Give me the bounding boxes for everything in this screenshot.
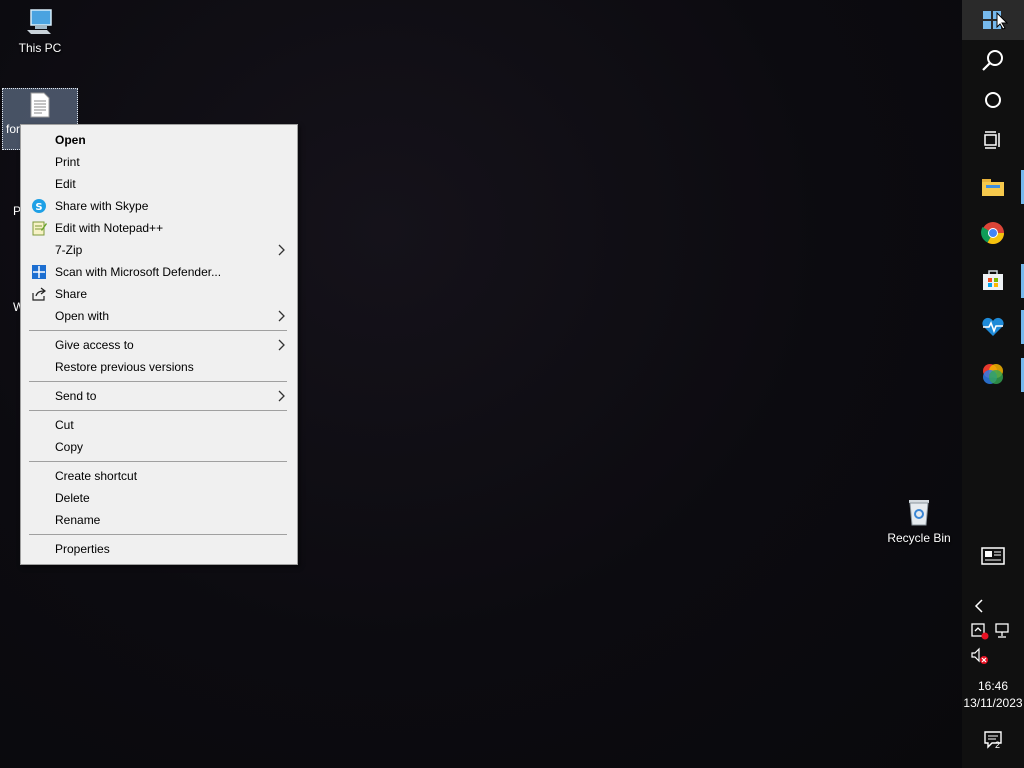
task-view-button[interactable] [962,118,1024,164]
clock-date[interactable]: 13/11/2023 [962,696,1024,710]
tray-defender-button[interactable] [962,620,990,642]
menu-item-label: Properties [55,542,110,556]
notepadpp-icon [32,221,47,236]
menu-item-print[interactable]: Print [22,151,296,173]
taskbar-app-health[interactable] [962,304,1024,350]
menu-item-label: Give access to [55,338,134,352]
file-explorer-icon [982,179,1004,196]
menu-item-edit[interactable]: Edit [22,173,296,195]
security-tray-icon [971,623,989,640]
menu-item-cut[interactable]: Cut [22,414,296,436]
menu-item-label: Open with [55,309,110,323]
menu-item-label: Rename [55,513,101,527]
menu-item-label: 7-Zip [55,243,83,257]
menu-item-label: Share with Skype [55,199,149,213]
color-app-icon [983,364,1003,384]
cortana-icon [985,92,1001,108]
news-icon [981,547,1005,565]
skype-icon: S [32,199,46,213]
menu-item-label: Copy [55,440,84,454]
desktop-icon-label: Recycle Bin [887,531,951,545]
health-icon [982,317,1004,336]
menu-item-rename[interactable]: Rename [22,509,296,531]
menu-item-send-to[interactable]: Send to [22,385,296,407]
menu-item-label: Cut [55,418,74,432]
notification-count-badge: 2 [995,740,1001,750]
search-icon [982,50,1003,71]
menu-item-create-shortcut[interactable]: Create shortcut [22,465,296,487]
network-button[interactable] [994,620,1022,642]
menu-item-give-access-to[interactable]: Give access to [22,334,296,356]
taskbar-app-file-explorer[interactable] [962,164,1024,210]
menu-item-scan-with-defender[interactable]: Scan with Microsoft Defender... [22,261,296,283]
svg-text:S: S [35,202,42,213]
news-button[interactable] [962,534,1024,580]
action-center-button[interactable]: 2 [962,722,1024,768]
menu-item-share-with-skype[interactable]: S Share with Skype [22,195,296,217]
desktop-icon-label: for [6,122,21,136]
menu-separator [29,381,287,382]
menu-item-delete[interactable]: Delete [22,487,296,509]
chrome-icon [981,222,1004,244]
menu-separator [29,461,287,462]
menu-item-label: Share [55,287,88,301]
menu-item-label: Delete [55,491,90,505]
share-icon [32,287,46,301]
desktop-icon-recycle-bin[interactable]: Recycle Bin [881,498,957,545]
menu-item-label: Print [55,155,80,169]
taskbar-app-color[interactable] [962,352,1024,398]
defender-shield-icon [32,265,46,279]
menu-separator [29,410,287,411]
menu-item-label: Restore previous versions [55,360,194,374]
menu-item-open-with[interactable]: Open with [22,305,296,327]
chevron-right-icon [278,390,285,402]
menu-item-label: Send to [55,389,97,403]
taskbar-app-store[interactable] [962,258,1024,304]
menu-item-copy[interactable]: Copy [22,436,296,458]
volume-button[interactable] [962,644,990,668]
menu-separator [29,330,287,331]
menu-item-label: Edit [55,177,76,191]
chevron-right-icon [278,244,285,256]
show-hidden-icons-button[interactable] [962,592,1024,620]
recycle-bin-icon [909,500,929,526]
context-menu: Open Print Edit S Share with Skype Edit … [20,124,298,565]
menu-separator [29,534,287,535]
clock-time[interactable]: 16:46 [962,679,1024,693]
desktop-icon-this-pc[interactable]: This PC [2,8,78,55]
text-file-icon [30,92,50,118]
start-button[interactable] [962,0,1024,40]
desktop-icon-label: This PC [18,41,62,55]
menu-item-7zip[interactable]: 7-Zip [22,239,296,261]
menu-item-label: Create shortcut [55,469,138,483]
store-icon [983,270,1003,290]
volume-muted-icon [971,647,988,664]
network-icon [995,623,1009,638]
computer-icon [27,9,52,34]
taskbar-app-chrome[interactable] [962,210,1024,256]
menu-item-share[interactable]: Share [22,283,296,305]
menu-item-open[interactable]: Open [22,129,296,151]
task-view-icon [984,131,1000,149]
menu-item-properties[interactable]: Properties [22,538,296,560]
chevron-right-icon [278,310,285,322]
mouse-cursor-icon [996,12,1008,30]
chevron-left-icon [974,599,983,613]
menu-item-label: Scan with Microsoft Defender... [55,265,222,279]
menu-item-restore-previous-versions[interactable]: Restore previous versions [22,356,296,378]
menu-item-label: Edit with Notepad++ [55,221,164,235]
chevron-right-icon [278,339,285,351]
menu-item-label: Open [55,133,86,147]
menu-item-edit-with-notepadpp[interactable]: Edit with Notepad++ [22,217,296,239]
taskbar: 16:46 13/11/2023 2 [962,0,1024,768]
